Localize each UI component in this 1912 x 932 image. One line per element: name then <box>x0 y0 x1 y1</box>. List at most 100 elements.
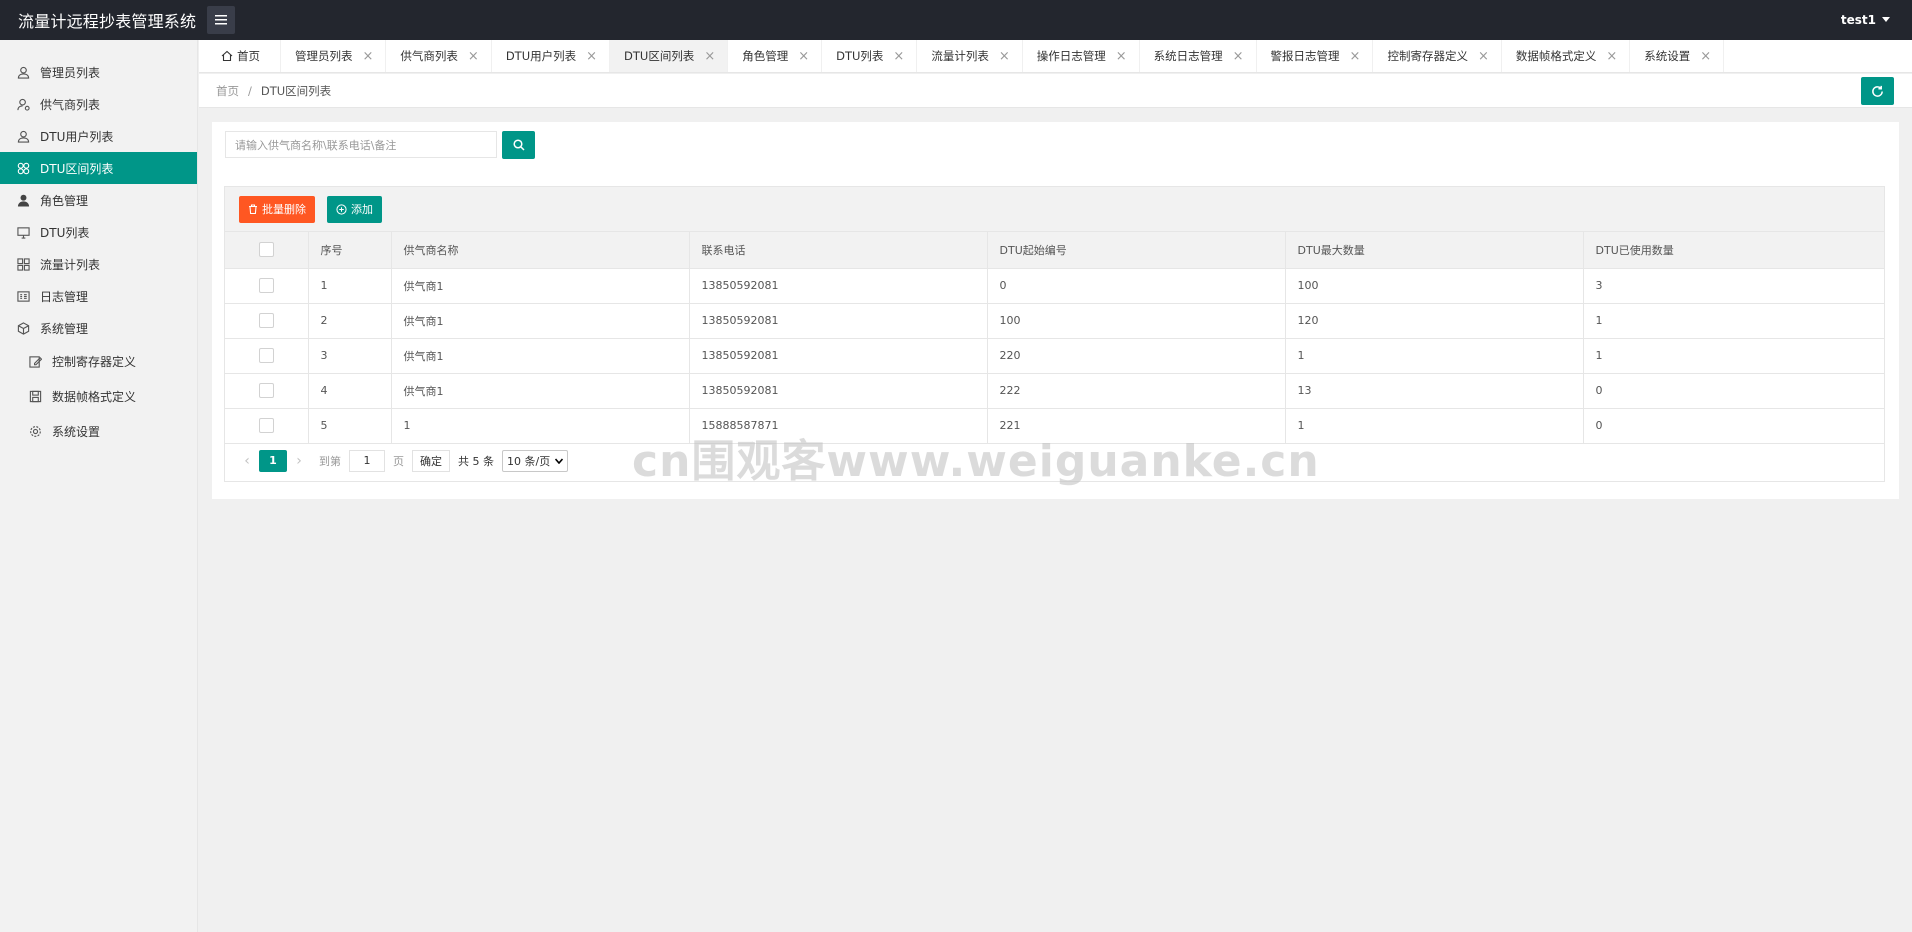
sidebar-item-flowmeters[interactable]: 流量计列表 <box>0 248 197 280</box>
tab-flowmeters[interactable]: 流量计列表 × <box>917 40 1023 72</box>
close-icon[interactable]: × <box>363 50 374 63</box>
tab-settings[interactable]: 系统设置 × <box>1630 40 1725 72</box>
close-icon[interactable]: × <box>1233 50 1244 63</box>
top-header: 流量计远程抄表管理系统 test1 <box>0 0 1912 40</box>
close-icon[interactable]: × <box>1700 50 1711 63</box>
close-icon[interactable]: × <box>1350 50 1361 63</box>
select-all-checkbox[interactable] <box>258 242 274 258</box>
table-cell: 1 <box>308 268 392 304</box>
sidebar-item-label: 系统设置 <box>52 425 101 439</box>
sidebar-item-dtu-list[interactable]: DTU列表 <box>0 216 197 248</box>
close-icon[interactable]: × <box>893 50 904 63</box>
tab-suppliers[interactable]: 供气商列表 × <box>386 40 492 72</box>
table-row[interactable]: 5 1 15888587871 221 1 0 <box>225 408 1884 444</box>
close-icon[interactable]: × <box>586 50 597 63</box>
goto-confirm-button[interactable]: 确定 <box>412 449 450 472</box>
table-cell: 4 <box>308 373 392 409</box>
sidebar-item-data-frames[interactable]: 数据帧格式定义 <box>0 379 197 414</box>
table-cell: 1 <box>1583 303 1884 339</box>
search-button[interactable] <box>502 131 535 159</box>
tab-roles[interactable]: 角色管理 × <box>728 40 823 72</box>
app-title: 流量计远程抄表管理系统 <box>18 12 197 31</box>
row-checkbox[interactable] <box>258 348 274 363</box>
search-icon <box>512 139 525 151</box>
page-size-select[interactable]: 10 条/页 <box>502 449 569 472</box>
close-icon[interactable]: × <box>1478 50 1489 63</box>
close-icon[interactable]: × <box>1116 50 1127 63</box>
user-settings-icon <box>16 97 30 111</box>
column-header[interactable]: DTU已使用数量 <box>1583 232 1884 269</box>
column-header[interactable]: 序号 <box>308 232 392 269</box>
sidebar-item-control-registers[interactable]: 控制寄存器定义 <box>0 344 197 379</box>
sidebar-item-settings[interactable]: 系统设置 <box>0 414 197 449</box>
row-checkbox[interactable] <box>258 278 274 293</box>
tab-system-logs[interactable]: 系统日志管理 × <box>1140 40 1257 72</box>
close-icon[interactable]: × <box>798 50 809 63</box>
user-outline-icon <box>16 129 30 143</box>
column-header[interactable]: DTU起始编号 <box>987 232 1286 269</box>
page-number-current[interactable]: 1 <box>259 449 287 472</box>
row-select-cell <box>225 408 309 444</box>
menu-toggle-button[interactable] <box>207 6 235 34</box>
tab-label: 警报日志管理 <box>1270 49 1340 63</box>
sidebar-item-label: DTU区间列表 <box>40 161 114 176</box>
sidebar-item-label: DTU用户列表 <box>40 129 114 144</box>
tab-label: 首页 <box>237 49 260 63</box>
page-size-value: 10 条/页 <box>507 454 551 468</box>
sidebar-item-dtu-ranges[interactable]: DTU区间列表 <box>0 152 197 184</box>
dtu-range-table: 序号 供气商名称 联系电话 DTU起始编号 DTU最大数量 DTU已使用数量 1… <box>225 232 1884 444</box>
tab-label: DTU区间列表 <box>624 49 695 63</box>
sidebar-item-logs[interactable]: 日志管理 <box>0 280 197 312</box>
tab-operation-logs[interactable]: 操作日志管理 × <box>1023 40 1140 72</box>
tab-home[interactable]: 首页 <box>199 40 281 72</box>
sidebar-item-label: 数据帧格式定义 <box>52 390 137 404</box>
next-page-button[interactable]: › <box>287 453 311 469</box>
table-cell: 222 <box>987 373 1286 409</box>
sidebar-item-roles[interactable]: 角色管理 <box>0 184 197 216</box>
table-row[interactable]: 2 供气商1 13850592081 100 120 1 <box>225 303 1884 339</box>
goto-page-input[interactable]: 1 <box>349 449 385 472</box>
breadcrumb-home[interactable]: 首页 <box>216 83 239 99</box>
batch-delete-button[interactable]: 批量删除 <box>239 195 315 223</box>
column-header[interactable]: 联系电话 <box>689 232 988 269</box>
prev-page-button[interactable]: ‹ <box>235 453 259 469</box>
tab-alarm-logs[interactable]: 警报日志管理 × <box>1257 40 1374 72</box>
user-outline-icon <box>16 65 30 79</box>
row-checkbox[interactable] <box>258 313 274 328</box>
close-icon[interactable]: × <box>1606 50 1617 63</box>
sidebar-item-system[interactable]: 系统管理 <box>0 312 197 344</box>
row-select-cell <box>225 338 309 374</box>
user-menu[interactable]: test1 <box>1841 0 1890 40</box>
add-button[interactable]: 添加 <box>327 195 382 223</box>
tab-dtu-ranges[interactable]: DTU区间列表 × <box>610 40 729 72</box>
tab-bar: 首页 管理员列表 × 供气商列表 × DTU用户列表 × DTU区间列表 × 角色管理 ×… <box>199 40 1912 73</box>
tab-control-registers[interactable]: 控制寄存器定义 × <box>1373 40 1502 72</box>
row-checkbox[interactable] <box>258 418 274 433</box>
close-icon[interactable]: × <box>999 50 1010 63</box>
table-row[interactable]: 1 供气商1 13850592081 0 100 3 <box>225 268 1884 304</box>
sidebar-item-label: 系统管理 <box>40 321 89 336</box>
table-cell: 13850592081 <box>689 373 988 409</box>
row-checkbox[interactable] <box>258 383 274 398</box>
close-icon[interactable]: × <box>468 50 479 63</box>
table-row[interactable]: 4 供气商1 13850592081 222 13 0 <box>225 373 1884 409</box>
table-toolbar: 批量删除 添加 <box>225 187 1884 232</box>
tab-label: 流量计列表 <box>931 49 989 63</box>
sidebar-item-label: 角色管理 <box>40 193 89 208</box>
search-input[interactable]: 请输入供气商名称\联系电话\备注 <box>225 131 497 158</box>
page-unit-label: 页 <box>393 454 404 468</box>
sidebar-item-dtu-users[interactable]: DTU用户列表 <box>0 120 197 152</box>
tab-admins[interactable]: 管理员列表 × <box>281 40 387 72</box>
sidebar-item-admins[interactable]: 管理员列表 <box>0 56 197 88</box>
edit-icon <box>28 355 42 369</box>
tab-label: 系统设置 <box>1644 49 1691 63</box>
tab-dtu-list[interactable]: DTU列表 × <box>822 40 918 72</box>
column-header[interactable]: 供气商名称 <box>391 232 690 269</box>
tab-data-frames[interactable]: 数据帧格式定义 × <box>1502 40 1631 72</box>
close-icon[interactable]: × <box>704 50 715 63</box>
tab-dtu-users[interactable]: DTU用户列表 × <box>492 40 611 72</box>
column-header[interactable]: DTU最大数量 <box>1285 232 1584 269</box>
table-row[interactable]: 3 供气商1 13850592081 220 1 1 <box>225 338 1884 374</box>
sidebar-item-suppliers[interactable]: 供气商列表 <box>0 88 197 120</box>
refresh-button[interactable] <box>1861 77 1894 105</box>
